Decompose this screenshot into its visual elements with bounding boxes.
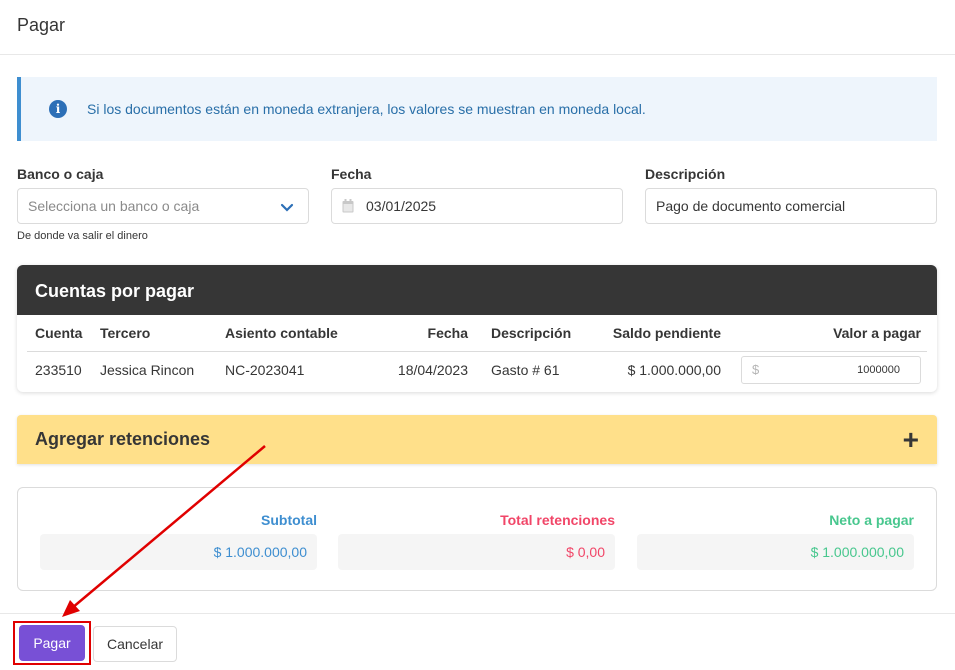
info-notice: i Si los documentos están en moneda extr…	[17, 77, 937, 141]
description-input[interactable]: Pago de documento comercial	[645, 188, 937, 224]
column-header: Saldo pendiente	[612, 325, 721, 341]
bank-select[interactable]: Selecciona un banco o caja	[17, 188, 309, 224]
modal-footer: Pagar Cancelar	[0, 613, 955, 670]
date-field: Fecha 03/01/2025	[331, 166, 623, 224]
column-header: Valor a pagar	[833, 325, 921, 341]
payables-title: Cuentas por pagar	[17, 265, 937, 315]
column-header: Asiento contable	[225, 325, 338, 341]
date-input[interactable]: 03/01/2025	[331, 188, 623, 224]
retentions-total-label: Total retenciones	[500, 512, 615, 528]
page-title: Pagar	[17, 15, 66, 35]
bank-field: Banco o caja Selecciona un banco o caja …	[17, 166, 309, 242]
net-total-value: $ 1.000.000,00	[637, 534, 914, 570]
cell-descripcion: Gasto # 61	[491, 361, 560, 378]
notice-text: Si los documentos están en moneda extran…	[87, 101, 646, 117]
cell-asiento: NC-2023041	[225, 361, 305, 378]
net-total-label: Neto a pagar	[829, 512, 914, 528]
subtotal-label: Subtotal	[261, 512, 317, 528]
payables-table: Cuenta Tercero Asiento contable Fecha De…	[27, 315, 927, 387]
calendar-icon	[342, 199, 354, 213]
totals-box: Subtotal $ 1.000.000,00 Total retencione…	[17, 487, 937, 591]
chevron-down-icon[interactable]	[280, 200, 294, 216]
pay-button[interactable]: Pagar	[19, 625, 85, 661]
amount-input[interactable]: $ 1000000	[741, 355, 921, 384]
column-header: Tercero	[100, 325, 151, 341]
retentions-total-value: $ 0,00	[338, 534, 615, 570]
currency-prefix: $	[752, 362, 760, 377]
bank-placeholder: Selecciona un banco o caja	[28, 198, 200, 214]
subtotal-group: Subtotal $ 1.000.000,00	[40, 512, 317, 570]
date-label: Fecha	[331, 166, 372, 182]
table-header: Cuenta Tercero Asiento contable Fecha De…	[27, 315, 927, 352]
description-value: Pago de documento comercial	[656, 198, 846, 214]
cancel-button[interactable]: Cancelar	[93, 626, 177, 662]
cell-fecha: 18/04/2023	[397, 361, 468, 378]
description-label: Descripción	[645, 166, 726, 182]
description-field: Descripción Pago de documento comercial	[645, 166, 937, 224]
column-header: Cuenta	[35, 325, 83, 341]
add-retentions-toggle[interactable]: Agregar retenciones +	[17, 415, 937, 464]
column-header: Fecha	[427, 325, 468, 341]
subtotal-value: $ 1.000.000,00	[40, 534, 317, 570]
payables-card: Cuentas por pagar Cuenta Tercero Asiento…	[17, 265, 937, 392]
cell-cuenta: 233510	[35, 361, 82, 378]
modal-header: Pagar	[0, 0, 955, 55]
retentions-total-group: Total retenciones $ 0,00	[338, 512, 615, 570]
cell-tercero: Jessica Rincon	[100, 361, 195, 378]
cell-valor: $ 1000000	[726, 355, 927, 384]
column-header: Descripción	[491, 325, 572, 341]
bank-label: Banco o caja	[17, 166, 104, 182]
info-icon: i	[49, 100, 67, 118]
table-row: 233510 Jessica Rincon NC-2023041 18/04/2…	[27, 352, 927, 387]
retentions-title: Agregar retenciones	[35, 429, 211, 449]
cell-saldo: $ 1.000.000,00	[627, 361, 721, 378]
net-total-group: Neto a pagar $ 1.000.000,00	[637, 512, 914, 570]
bank-help: De donde va salir el dinero	[17, 230, 148, 242]
amount-value: 1000000	[857, 363, 900, 376]
plus-icon[interactable]: +	[903, 425, 919, 454]
date-value: 03/01/2025	[366, 198, 437, 214]
